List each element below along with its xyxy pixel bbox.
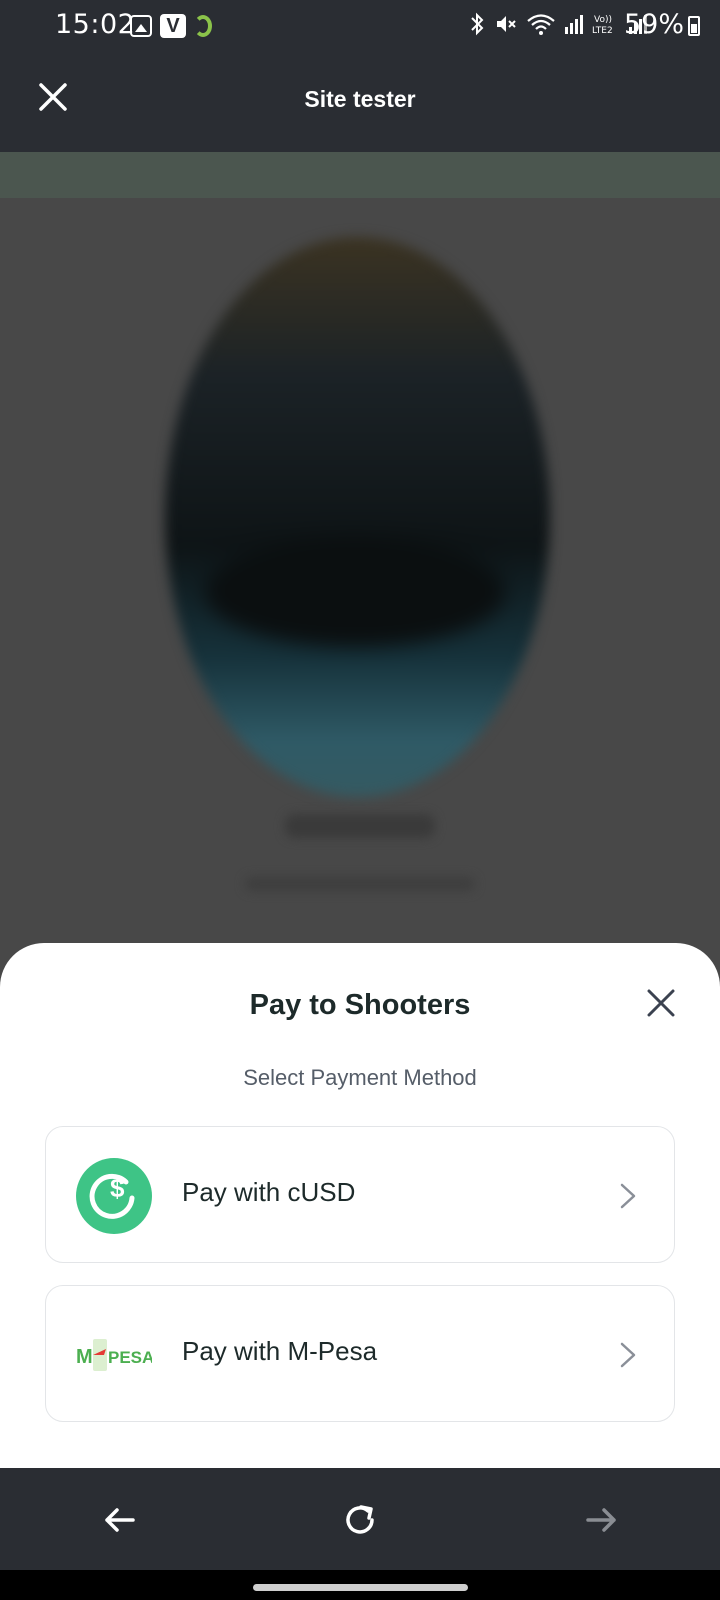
reload-icon[interactable] — [341, 1501, 379, 1539]
page-title: Site tester — [304, 86, 416, 112]
status-time: 15:02 — [55, 9, 136, 40]
wifi-icon — [527, 14, 555, 35]
arrow-left-icon[interactable] — [101, 1501, 139, 1539]
battery-icon — [688, 16, 700, 36]
blurred-name — [285, 814, 435, 838]
arrow-right-icon[interactable] — [582, 1501, 620, 1539]
cusd-icon: $ — [76, 1158, 152, 1234]
svg-text:LTE2: LTE2 — [592, 26, 613, 36]
pay-option-label: Pay with cUSD — [182, 1177, 356, 1207]
signal-icon — [565, 15, 583, 34]
blurred-subtitle — [245, 877, 475, 891]
sheet-subtitle: Select Payment Method — [243, 1065, 477, 1090]
chevron-right-icon — [620, 1342, 636, 1368]
v-app-icon: V — [160, 14, 186, 38]
mpesa-icon: M PESA — [76, 1317, 152, 1393]
volte-icon: Vo)) LTE2 — [592, 15, 613, 36]
home-indicator[interactable] — [253, 1584, 468, 1591]
svg-text:$: $ — [110, 1173, 125, 1203]
status-right-icons: Vo)) LTE2 — [468, 12, 648, 36]
sheet-close-icon[interactable] — [645, 987, 677, 1019]
sheet-title: Pay to Shooters — [249, 989, 471, 1021]
svg-text:M: M — [76, 1346, 93, 1368]
pay-option-label: Pay with M-Pesa — [182, 1336, 378, 1366]
payment-sheet: Pay to Shooters Select Payment Method $ … — [0, 943, 720, 1468]
chevron-right-icon — [620, 1183, 636, 1209]
blurred-profile-image — [165, 237, 550, 797]
pay-with-mpesa-button[interactable]: M PESA Pay with M-Pesa — [45, 1285, 675, 1422]
svg-text:PESA: PESA — [108, 1348, 152, 1367]
svg-text:Vo)): Vo)) — [594, 15, 612, 25]
status-bar: 15:02 V Vo)) LTE2 59% — [0, 0, 720, 50]
pay-with-cusd-button[interactable]: $ Pay with cUSD — [45, 1126, 675, 1263]
battery-percent: 59% — [623, 9, 684, 40]
status-left-icons: V — [130, 14, 212, 38]
bluetooth-icon — [471, 12, 484, 36]
blurred-banner — [0, 152, 720, 198]
browser-nav-bar — [0, 1468, 720, 1570]
gallery-icon — [130, 15, 152, 37]
mute-icon — [497, 16, 516, 32]
app-header: Site tester — [0, 50, 720, 152]
leaf-app-icon — [194, 15, 212, 37]
